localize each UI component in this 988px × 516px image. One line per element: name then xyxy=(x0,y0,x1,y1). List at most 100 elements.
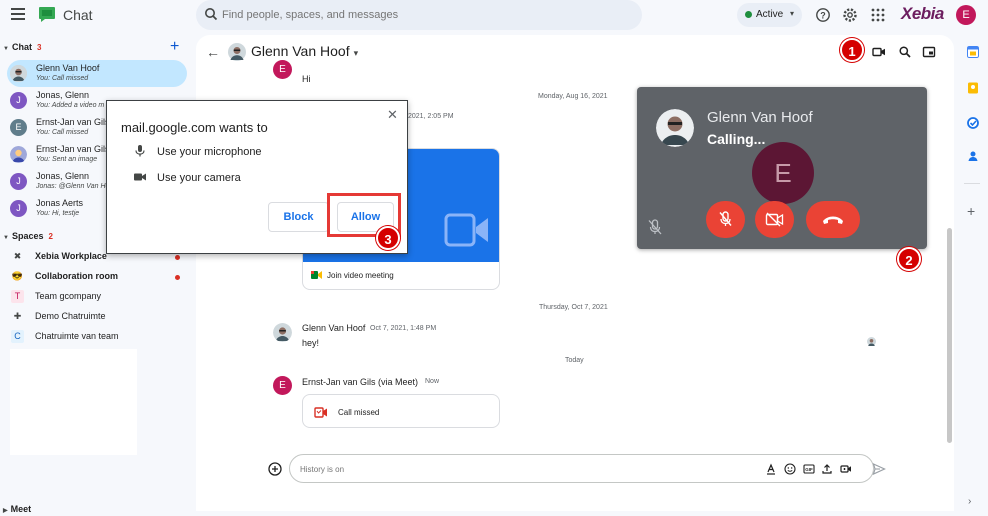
block-button[interactable]: Block xyxy=(268,202,329,232)
brand-logo: Xebia xyxy=(901,4,944,23)
search-bar[interactable] xyxy=(196,0,642,30)
account-avatar[interactable]: E xyxy=(956,5,976,25)
dm-item[interactable]: Glenn Van Hoof You: Call missed xyxy=(7,60,187,87)
space-name: Demo Chatruimte xyxy=(35,311,106,321)
rail-divider xyxy=(964,183,980,184)
send-icon[interactable] xyxy=(872,462,886,476)
add-circle-icon[interactable] xyxy=(268,462,282,476)
person-avatar: E xyxy=(10,119,27,136)
date-separator: Thursday, Oct 7, 2021 xyxy=(539,304,608,311)
message-composer[interactable]: GIF xyxy=(289,454,874,483)
caret-right-icon: ▶ xyxy=(3,508,8,514)
message-timestamp: 2021, 2:05 PM xyxy=(408,113,454,120)
microphone-permission-label: Use your microphone xyxy=(157,146,262,158)
dm-preview: You: Sent an image xyxy=(36,156,98,163)
google-meet-icon xyxy=(311,271,322,279)
gear-icon[interactable] xyxy=(842,7,858,23)
dm-name: Jonas Aerts xyxy=(36,198,84,208)
calendar-app-icon[interactable] xyxy=(967,46,979,58)
search-icon[interactable] xyxy=(898,45,912,59)
dm-name: Jonas, Glenn xyxy=(36,171,90,181)
caret-down-icon: ▼ xyxy=(3,46,9,52)
svg-text:?: ? xyxy=(820,11,826,21)
self-avatar: E xyxy=(752,142,814,204)
group-avatar: J xyxy=(10,92,27,109)
spaces-unread-count: 2 xyxy=(48,232,53,241)
apps-grid-icon[interactable] xyxy=(870,7,886,23)
space-item[interactable]: ✚ Demo Chatruimte xyxy=(11,308,187,326)
space-name: Chatruimte van team xyxy=(35,331,119,341)
outgoing-call-window[interactable]: Glenn Van Hoof Calling... E xyxy=(637,87,927,249)
annotation-marker-3: 3 xyxy=(376,226,400,250)
message-timestamp: Oct 7, 2021, 1:48 PM xyxy=(370,325,437,332)
video-camera-icon xyxy=(444,213,488,247)
call-status: Calling... xyxy=(707,131,766,147)
sender-avatar: E xyxy=(273,60,292,79)
camera-off-icon xyxy=(765,212,784,227)
message-input[interactable] xyxy=(300,462,720,476)
upload-icon[interactable] xyxy=(821,463,833,475)
main-menu-icon[interactable] xyxy=(11,8,25,20)
message-text: hey! xyxy=(302,338,320,348)
call-missed-card[interactable]: Call missed xyxy=(302,394,500,428)
svg-text:GIF: GIF xyxy=(805,467,813,472)
space-item[interactable]: T Team gcompany xyxy=(11,288,187,306)
new-chat-plus-icon[interactable]: + xyxy=(170,38,179,56)
scrollbar[interactable] xyxy=(947,228,952,443)
help-icon[interactable]: ? xyxy=(815,7,831,23)
app-title: Chat xyxy=(63,7,93,23)
turn-off-camera-button[interactable] xyxy=(755,201,794,238)
annotation-marker-1: 1 xyxy=(840,38,864,62)
person-avatar: J xyxy=(10,200,27,217)
keep-app-icon[interactable] xyxy=(967,82,979,94)
top-bar: Chat Active ▾ ? Xebia E xyxy=(0,0,988,32)
add-app-plus-icon[interactable]: + xyxy=(967,203,975,219)
hang-up-icon xyxy=(823,216,843,224)
date-separator: Today xyxy=(565,357,584,364)
space-icon: C xyxy=(11,330,24,343)
end-call-button[interactable] xyxy=(806,201,860,238)
dm-name: Ernst-Jan van Gils xyxy=(36,117,110,127)
sender-name: Ernst-Jan van Gils (via Meet) xyxy=(302,377,419,387)
mic-off-icon xyxy=(648,219,662,235)
space-item[interactable]: C Chatruimte van team xyxy=(11,328,187,346)
status-selector[interactable]: Active ▾ xyxy=(737,3,802,27)
chevron-down-icon: ▾ xyxy=(353,48,359,58)
camera-icon xyxy=(134,173,146,181)
message-text: Hi xyxy=(302,74,311,84)
dm-preview: You: Call missed xyxy=(36,75,89,82)
person-avatar xyxy=(10,146,27,163)
close-icon[interactable]: ✕ xyxy=(387,107,398,123)
search-input[interactable] xyxy=(222,6,622,24)
chevron-down-icon: ▾ xyxy=(790,9,795,18)
spaces-section-header[interactable]: ▼ Spaces 2 xyxy=(3,231,53,241)
conversation-title[interactable]: Glenn Van Hoof ▾ xyxy=(251,43,358,59)
space-item[interactable]: 😎 Collaboration room xyxy=(11,268,187,286)
space-name: Team gcompany xyxy=(35,291,102,301)
dm-name: Jonas, Glenn xyxy=(36,90,90,100)
gif-icon[interactable]: GIF xyxy=(803,463,815,475)
mute-microphone-button[interactable] xyxy=(706,201,745,238)
text-format-icon[interactable] xyxy=(765,463,777,475)
back-arrow-icon[interactable]: ← xyxy=(206,44,220,60)
mic-off-icon xyxy=(719,211,732,226)
contacts-app-icon[interactable] xyxy=(967,150,979,162)
meet-section-header[interactable]: ▶ Meet xyxy=(3,504,31,514)
video-meeting-icon[interactable] xyxy=(840,463,852,475)
chat-section-header[interactable]: ▼ Chat 3 xyxy=(3,42,41,52)
status-label: Active xyxy=(756,9,784,20)
caret-down-icon: ▼ xyxy=(3,235,9,241)
video-call-icon[interactable] xyxy=(872,45,886,59)
microphone-icon xyxy=(135,145,145,157)
chevron-right-icon[interactable]: › xyxy=(968,496,971,507)
picture-in-picture-icon[interactable] xyxy=(922,45,936,59)
dm-preview: You: Hi, testje xyxy=(36,210,80,217)
space-icon: T xyxy=(11,290,24,303)
chat-unread-count: 3 xyxy=(36,43,42,52)
emoji-icon[interactable] xyxy=(784,463,796,475)
callee-avatar xyxy=(656,109,694,147)
join-meeting-link[interactable]: Join video meeting xyxy=(327,271,394,280)
dm-preview: You: Added a video m xyxy=(36,102,105,109)
tasks-app-icon[interactable] xyxy=(967,117,979,129)
message-timestamp: Now xyxy=(425,378,440,385)
